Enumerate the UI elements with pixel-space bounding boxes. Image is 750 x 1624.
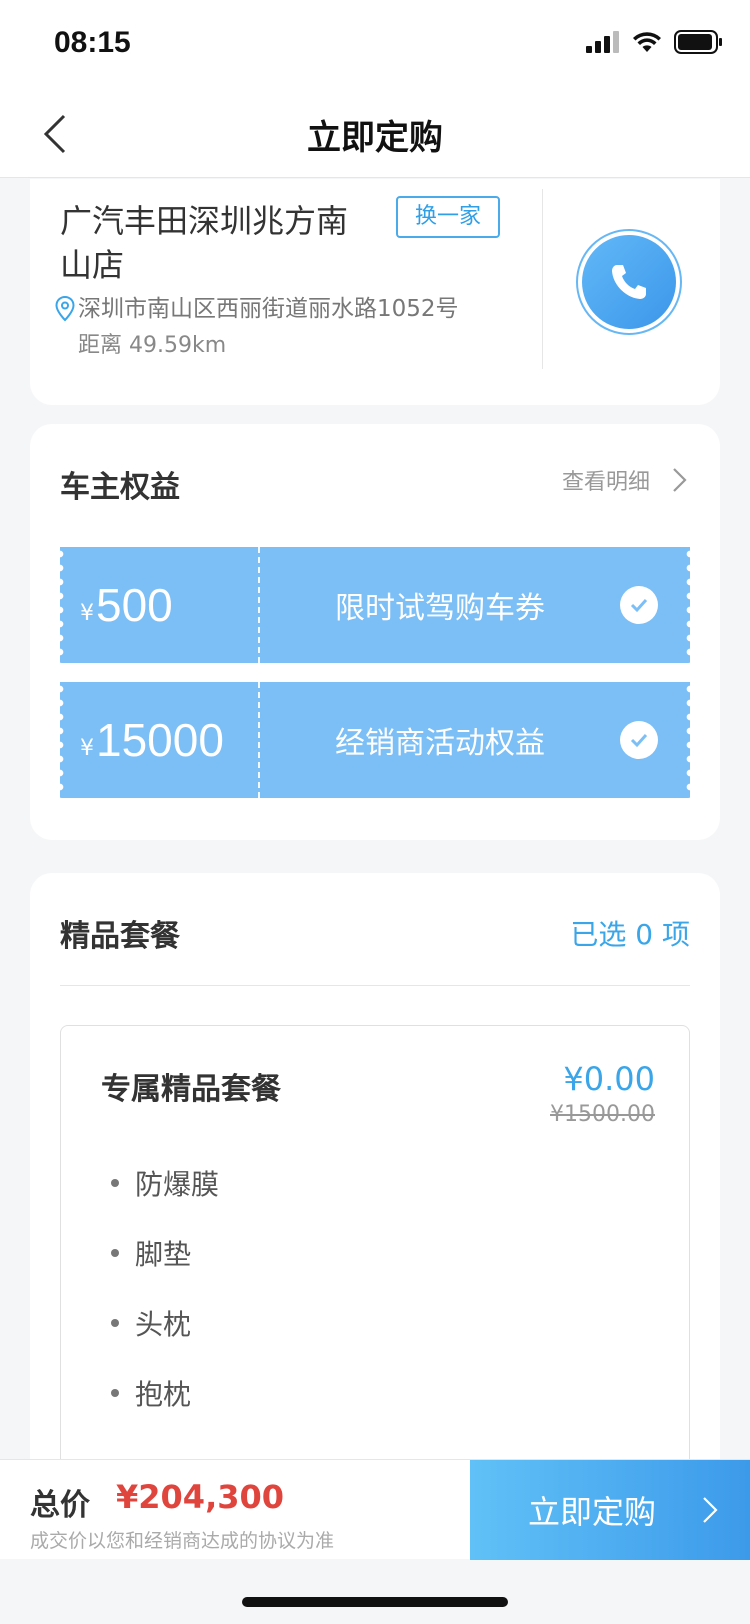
dealer-name: 广汽丰田深圳兆方南山店 [60, 202, 349, 284]
currency-symbol: ¥ [80, 735, 94, 761]
currency-symbol: ¥ [80, 600, 94, 626]
coupon-label: 经销商活动权益 [335, 726, 545, 761]
bottom-bar: 总价 ¥204,300 成交价以您和经销商达成的协议为准 立即定购 [0, 1459, 750, 1560]
status-bar: 08:15 [0, 0, 750, 88]
coupon-value: 15000 [96, 714, 224, 766]
switch-dealer-button[interactable]: 换一家 [396, 196, 500, 238]
list-item: 抱枕 [101, 1358, 219, 1428]
bullet [111, 1389, 119, 1397]
view-detail-link[interactable]: 查看明细 [562, 464, 694, 496]
status-icons [586, 30, 722, 54]
package-title: 精品套餐 [60, 919, 180, 954]
divider [542, 189, 543, 369]
dealer-distance: 距离 49.59km [78, 333, 227, 358]
package-original-price: ¥1500.00 [550, 1102, 655, 1127]
list-item: 防爆膜 [101, 1148, 219, 1218]
package-price: ¥0.00 [563, 1060, 655, 1098]
coupon-value: 500 [96, 579, 173, 631]
order-button-label: 立即定购 [528, 1493, 657, 1531]
check-icon [620, 721, 658, 759]
page-title: 立即定购 [307, 118, 443, 158]
wifi-icon [633, 32, 661, 52]
bullet [111, 1249, 119, 1257]
dealer-address: 深圳市南山区西丽街道丽水路1052号 [78, 296, 459, 322]
location-pin-icon [55, 295, 75, 322]
list-item: 头枕 [101, 1288, 219, 1358]
check-icon [620, 586, 658, 624]
price-note: 成交价以您和经销商达成的协议为准 [30, 1530, 335, 1552]
call-dealer-button[interactable] [576, 229, 682, 335]
home-indicator [242, 1597, 508, 1607]
total-label: 总价 [30, 1488, 90, 1523]
benefits-title: 车主权益 [60, 470, 180, 505]
coupon-amount: ¥ 15000 [60, 682, 260, 798]
view-detail-label: 查看明细 [561, 470, 650, 495]
scroll-content[interactable]: 广汽丰田深圳兆方南山店 换一家 深圳市南山区西丽街道丽水路1052号 距离 49… [0, 179, 750, 1459]
order-now-button[interactable]: 立即定购 [470, 1460, 750, 1560]
package-option[interactable]: 专属精品套餐 ¥0.00 ¥1500.00 防爆膜 脚垫 头枕 抱枕 [60, 1025, 690, 1459]
package-name: 专属精品套餐 [101, 1072, 281, 1107]
divider [60, 985, 690, 986]
signal-icon [586, 31, 619, 53]
coupon-label: 限时试驾购车券 [335, 591, 545, 626]
package-card: 精品套餐 已选 0 项 专属精品套餐 ¥0.00 ¥1500.00 防爆膜 脚垫… [30, 873, 720, 1459]
dealer-address-row: 深圳市南山区西丽街道丽水路1052号 [54, 293, 459, 325]
feature-label: 防爆膜 [135, 1168, 220, 1201]
nav-bar: 立即定购 [0, 88, 750, 178]
selected-count[interactable]: 已选 0 项 [570, 913, 690, 953]
feature-label: 抱枕 [135, 1378, 192, 1411]
battery-icon [674, 30, 722, 54]
package-feature-list: 防爆膜 脚垫 头枕 抱枕 [101, 1148, 219, 1428]
feature-label: 脚垫 [135, 1238, 192, 1271]
total-price: ¥204,300 [116, 1478, 285, 1516]
call-button-inner [582, 235, 676, 329]
chevron-right-icon [673, 468, 687, 492]
feature-label: 头枕 [135, 1308, 192, 1341]
list-item: 脚垫 [101, 1218, 219, 1288]
bullet [111, 1319, 119, 1327]
coupon-test-drive[interactable]: ¥ 500 限时试驾购车券 [56, 547, 694, 663]
phone-icon [612, 265, 646, 299]
coupon-dealer-activity[interactable]: ¥ 15000 经销商活动权益 [56, 682, 694, 798]
status-time: 08:15 [54, 26, 131, 59]
chevron-right-icon [703, 1497, 718, 1523]
bullet [111, 1179, 119, 1187]
coupon-amount: ¥ 500 [60, 547, 260, 663]
dealer-card: 广汽丰田深圳兆方南山店 换一家 深圳市南山区西丽街道丽水路1052号 距离 49… [30, 179, 720, 405]
benefits-card: 车主权益 查看明细 ¥ 500 限时试驾购车券 ¥ 15000 经销商活动权益 [30, 424, 720, 840]
